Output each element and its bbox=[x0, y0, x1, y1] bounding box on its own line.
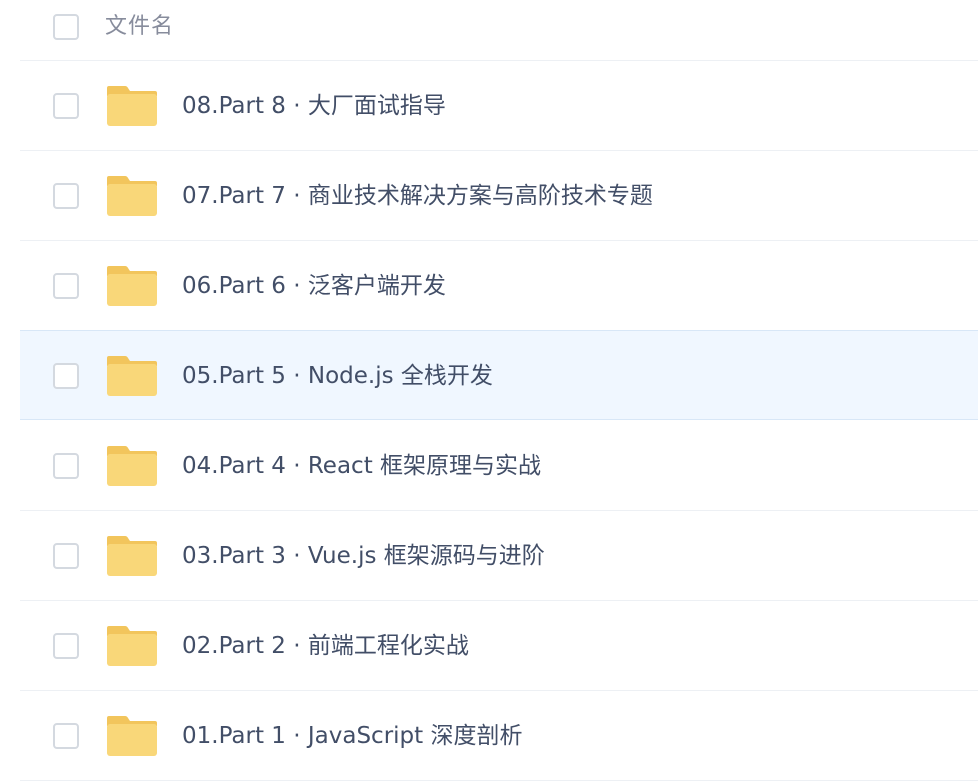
row-checkbox[interactable] bbox=[53, 453, 79, 479]
file-row[interactable]: 08.Part 8 · 大厂面试指导 bbox=[20, 61, 978, 151]
file-name[interactable]: 06.Part 6 · 泛客户端开发 bbox=[182, 269, 446, 303]
file-row-hovered[interactable]: 05.Part 5 · Node.js 全栈开发 bbox=[20, 330, 978, 420]
row-checkbox[interactable] bbox=[53, 363, 79, 389]
folder-icon bbox=[105, 265, 159, 307]
file-name[interactable]: 02.Part 2 · 前端工程化实战 bbox=[182, 629, 469, 663]
file-name[interactable]: 04.Part 4 · React 框架原理与实战 bbox=[182, 449, 541, 483]
file-row[interactable]: 03.Part 3 · Vue.js 框架源码与进阶 bbox=[20, 511, 978, 601]
file-name[interactable]: 07.Part 7 · 商业技术解决方案与高阶技术专题 bbox=[182, 179, 653, 213]
row-checkbox[interactable] bbox=[53, 633, 79, 659]
file-name[interactable]: 03.Part 3 · Vue.js 框架源码与进阶 bbox=[182, 539, 545, 573]
file-row[interactable]: 04.Part 4 · React 框架原理与实战 bbox=[20, 421, 978, 511]
folder-icon bbox=[105, 85, 159, 127]
select-all-checkbox[interactable] bbox=[53, 14, 79, 40]
filename-column-header[interactable]: 文件名 bbox=[105, 12, 174, 42]
file-list-header: 文件名 bbox=[20, 0, 978, 61]
file-row[interactable]: 01.Part 1 · JavaScript 深度剖析 bbox=[20, 691, 978, 781]
folder-icon bbox=[105, 445, 159, 487]
row-checkbox[interactable] bbox=[53, 93, 79, 119]
folder-icon bbox=[105, 715, 159, 757]
file-name[interactable]: 01.Part 1 · JavaScript 深度剖析 bbox=[182, 719, 522, 753]
file-row[interactable]: 07.Part 7 · 商业技术解决方案与高阶技术专题 bbox=[20, 151, 978, 241]
row-checkbox[interactable] bbox=[53, 723, 79, 749]
file-name[interactable]: 05.Part 5 · Node.js 全栈开发 bbox=[182, 359, 493, 393]
file-row[interactable]: 06.Part 6 · 泛客户端开发 bbox=[20, 241, 978, 331]
file-name[interactable]: 08.Part 8 · 大厂面试指导 bbox=[182, 89, 446, 123]
folder-icon bbox=[105, 355, 159, 397]
folder-icon bbox=[105, 535, 159, 577]
folder-icon bbox=[105, 625, 159, 667]
row-checkbox[interactable] bbox=[53, 183, 79, 209]
file-row[interactable]: 02.Part 2 · 前端工程化实战 bbox=[20, 601, 978, 691]
file-list: 文件名 08.Part 8 · 大厂面试指导 07.Part 7 · 商业技术解… bbox=[0, 0, 978, 782]
row-checkbox[interactable] bbox=[53, 273, 79, 299]
row-checkbox[interactable] bbox=[53, 543, 79, 569]
folder-icon bbox=[105, 175, 159, 217]
